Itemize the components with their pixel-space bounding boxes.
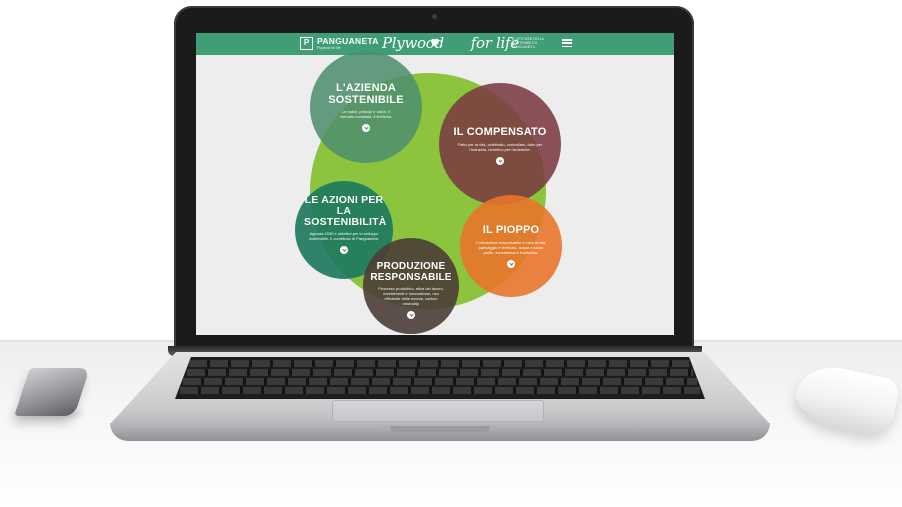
- laptop-notch: [390, 426, 490, 432]
- laptop-trackpad: [332, 400, 544, 422]
- bubble-il-compensato[interactable]: IL COMPENSATO Fatto per la vita, certifi…: [439, 83, 561, 205]
- bubble-text: Le radici, principi e valori, il mercato…: [339, 109, 393, 120]
- logo-icon[interactable]: P: [300, 37, 313, 50]
- arrow-down-icon[interactable]: [340, 246, 348, 255]
- arrow-down-icon[interactable]: [507, 259, 515, 268]
- camera-icon: [432, 14, 437, 19]
- bubble-text: Fatto per la vita, certificato, controll…: [457, 141, 543, 152]
- hamburger-menu-icon[interactable]: [562, 39, 572, 48]
- bubble-title: PRODUZIONE RESPONSABILE: [370, 261, 452, 283]
- bubble-text: Coltivazione responsabile e cura di vita…: [475, 239, 547, 255]
- laptop-screen: P PANGUANETA Plywood for life Plywood fo…: [196, 33, 674, 335]
- bubble-il-pioppo[interactable]: IL PIOPPO Coltivazione responsabile e cu…: [460, 195, 562, 297]
- bubble-title: L'AZIENDA SOSTENIBILE: [328, 82, 404, 106]
- brand-subtitle: Plywood for life: [317, 46, 341, 50]
- site-header: P PANGUANETA Plywood for life Plywood fo…: [196, 33, 674, 55]
- brand-name[interactable]: PANGUANETA: [317, 36, 379, 46]
- bubble-title: IL PIOPPO: [482, 224, 540, 236]
- bubble-title: IL COMPENSATO: [453, 126, 547, 138]
- bubble-azienda-sostenibile[interactable]: L'AZIENDA SOSTENIBILE Le radici, princip…: [310, 51, 422, 163]
- arrow-down-icon[interactable]: [407, 311, 415, 319]
- script-title: Plywood for life: [382, 34, 519, 52]
- bubble-text: Agenda 2030 e obiettivi per lo sviluppo …: [309, 231, 379, 242]
- bubble-title: LE AZIONI PER LA SOSTENIBILITÀ: [304, 194, 387, 229]
- arrow-down-icon[interactable]: [496, 156, 504, 165]
- heart-icon: [431, 38, 439, 47]
- arrow-down-icon[interactable]: [362, 124, 370, 133]
- bubble-produzione-responsabile[interactable]: PRODUZIONE RESPONSABILE Processo produtt…: [363, 238, 459, 334]
- laptop-keyboard: [175, 357, 705, 399]
- site-tagline: IL SITO WEB DELLA SOSTENIBILITÀ PANGUANE…: [512, 37, 544, 49]
- bubble-text: Processo produttivo, etica del lavoro, i…: [378, 286, 444, 306]
